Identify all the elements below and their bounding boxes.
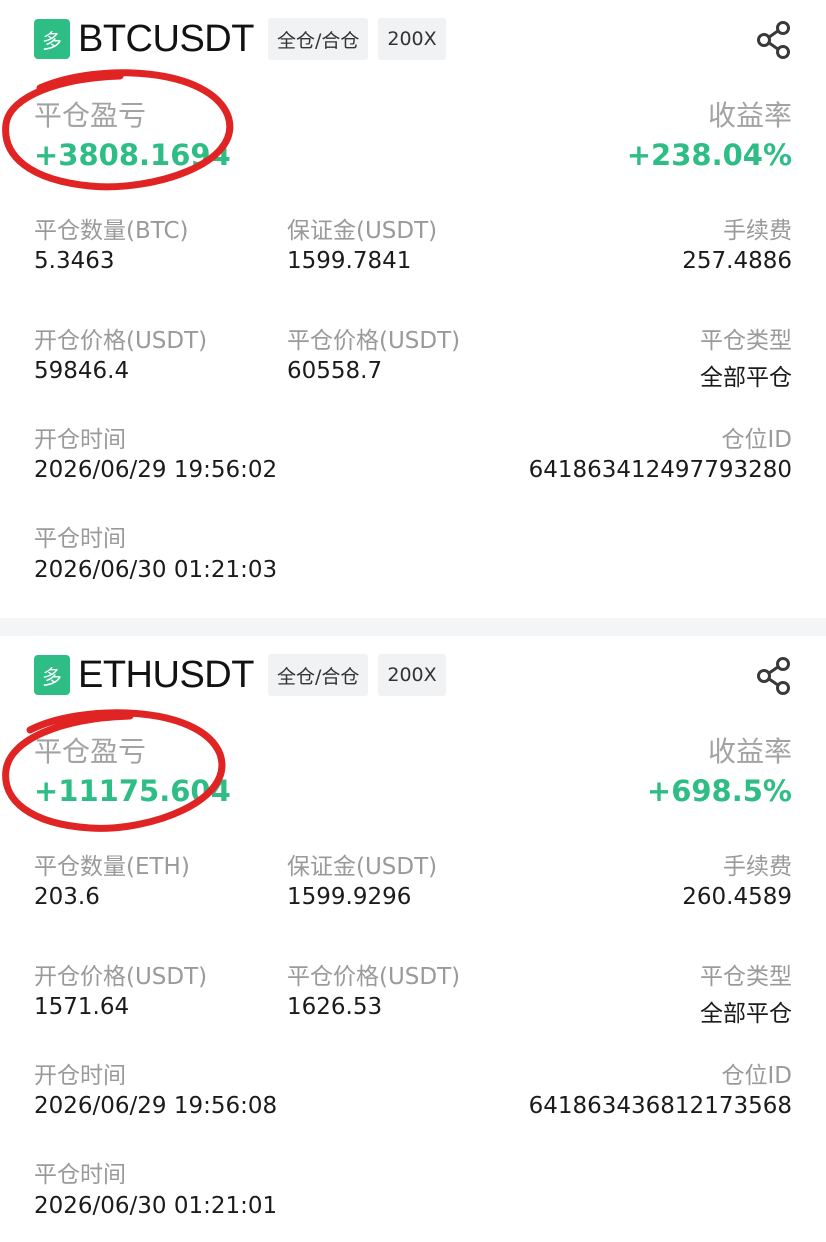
qty-value: 5.3463 <box>34 248 115 274</box>
fee-label: 手续费 <box>723 218 792 244</box>
margin-label: 保证金(USDT) <box>287 854 438 880</box>
position-id-value: 641863412497793280 <box>528 457 792 483</box>
pnl-value: +3808.1694 <box>34 138 231 172</box>
side-badge: 多 <box>34 19 70 59</box>
roi-value: +238.04% <box>626 138 792 172</box>
fee-label: 手续费 <box>723 854 792 880</box>
qty-label: 平仓数量(BTC) <box>34 218 189 244</box>
roi-value: +698.5% <box>646 774 792 808</box>
open-time-label: 开仓时间 <box>34 427 126 453</box>
pnl-value: +11175.604 <box>34 774 231 808</box>
close-type-label: 平仓类型 <box>700 328 792 354</box>
fee-value: 257.4886 <box>682 248 792 274</box>
close-price-value: 60558.7 <box>287 358 383 384</box>
open-price-value: 1571.64 <box>34 994 130 1020</box>
roi-label: 收益率 <box>707 735 792 768</box>
close-price-label: 平仓价格(USDT) <box>287 328 461 354</box>
open-price-value: 59846.4 <box>34 358 130 384</box>
open-time-label: 开仓时间 <box>34 1063 126 1089</box>
card-separator <box>0 618 826 636</box>
position-id-value: 641863436812173568 <box>528 1093 792 1119</box>
close-time-label: 平仓时间 <box>34 1162 126 1188</box>
margin-mode-tag: 全仓/合仓 <box>267 18 369 60</box>
open-price-label: 开仓价格(USDT) <box>34 328 208 354</box>
close-price-label: 平仓价格(USDT) <box>287 964 461 990</box>
leverage-tag: 200X <box>378 654 446 696</box>
card-header: 多 ETHUSDT 全仓/合仓 200X <box>34 652 456 698</box>
card-header: 多 BTCUSDT 全仓/合仓 200X <box>34 16 456 62</box>
pnl-label: 平仓盈亏 <box>34 99 147 132</box>
qty-label: 平仓数量(ETH) <box>34 854 190 880</box>
position-id-label: 仓位ID <box>721 1063 793 1089</box>
close-type-value: 全部平仓 <box>700 365 792 391</box>
close-time-value: 2026/06/30 01:21:01 <box>34 1193 278 1219</box>
symbol-title: ETHUSDT <box>78 653 254 696</box>
symbol-title: BTCUSDT <box>78 17 254 60</box>
open-time-value: 2026/06/29 19:56:02 <box>34 457 278 483</box>
position-card-btcusdt: 多 BTCUSDT 全仓/合仓 200X 平仓盈亏 +3808.1694 收益率… <box>0 0 826 618</box>
position-id-label: 仓位ID <box>721 427 793 453</box>
share-icon[interactable] <box>756 20 792 60</box>
margin-mode-tag: 全仓/合仓 <box>267 654 369 696</box>
close-type-label: 平仓类型 <box>700 964 792 990</box>
position-card-ethusdt: 多 ETHUSDT 全仓/合仓 200X 平仓盈亏 +11175.604 收益率… <box>0 636 826 1242</box>
share-icon[interactable] <box>756 656 792 696</box>
leverage-tag: 200X <box>378 18 446 60</box>
close-time-value: 2026/06/30 01:21:03 <box>34 557 278 583</box>
side-badge: 多 <box>34 655 70 695</box>
roi-label: 收益率 <box>707 99 792 132</box>
annotation-circle <box>2 709 226 832</box>
close-time-label: 平仓时间 <box>34 526 126 552</box>
margin-label: 保证金(USDT) <box>287 218 438 244</box>
fee-value: 260.4589 <box>682 884 792 910</box>
close-price-value: 1626.53 <box>287 994 383 1020</box>
close-type-value: 全部平仓 <box>700 1001 792 1027</box>
margin-value: 1599.9296 <box>287 884 412 910</box>
qty-value: 203.6 <box>34 884 100 910</box>
open-time-value: 2026/06/29 19:56:08 <box>34 1093 278 1119</box>
pnl-label: 平仓盈亏 <box>34 735 147 768</box>
margin-value: 1599.7841 <box>287 248 412 274</box>
open-price-label: 开仓价格(USDT) <box>34 964 208 990</box>
